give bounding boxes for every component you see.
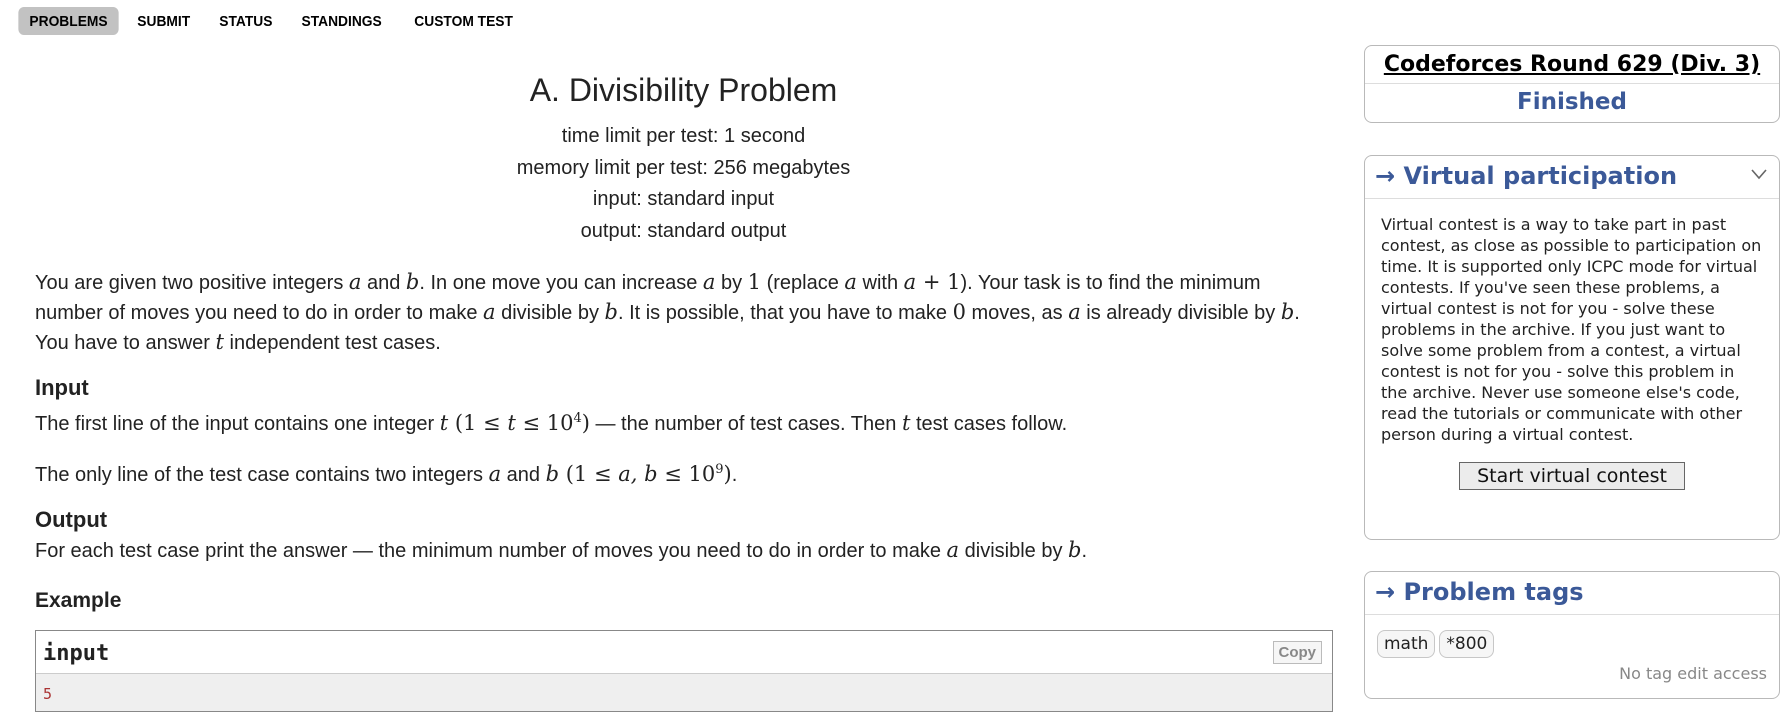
math-expr: ≤ 104) — [515, 411, 590, 435]
virtual-participation-text: Virtual contest is a way to take part in… — [1381, 215, 1762, 444]
math-num: 0 — [952, 300, 966, 324]
problem-limits: time limit per test: 1 second memory lim… — [35, 121, 1332, 247]
nav-submit[interactable]: SUBMIT — [126, 7, 201, 35]
math-var: b — [604, 300, 618, 324]
tag-edit-note: No tag edit access — [1619, 664, 1767, 683]
problem-title: A. Divisibility Problem — [529, 72, 838, 108]
chevron-down-icon[interactable] — [1751, 166, 1767, 182]
legend-text: You are given two positive integers — [35, 272, 349, 294]
legend-text: and — [361, 272, 406, 294]
math-expr: ≤ 109) — [657, 462, 732, 486]
math-var: a — [483, 300, 496, 324]
input-text: The only line of the test case contains … — [35, 464, 489, 486]
math-expr: a, b — [618, 462, 658, 486]
math-var: t — [439, 411, 449, 435]
top-navigation: PROBLEMS SUBMIT STATUS STANDINGS CUSTOM … — [14, 7, 529, 35]
example-title: Example — [35, 589, 122, 612]
legend-text: . In one move you can increase — [419, 272, 703, 294]
nav-status[interactable]: STATUS — [208, 7, 283, 35]
legend-paragraph: You are given two positive integers a an… — [35, 268, 1332, 358]
legend-text: moves, as — [965, 302, 1069, 324]
tag-list: math *800 — [1365, 615, 1779, 658]
input-text: . — [731, 464, 738, 486]
tag-rating[interactable]: *800 — [1439, 630, 1495, 658]
math-expr: + 1 — [916, 270, 961, 294]
output-section-title: Output — [35, 507, 108, 532]
problem-tags-box: → Problem tags math *800 No tag edit acc… — [1364, 571, 1780, 699]
example-input-body: 5 — [36, 674, 1332, 711]
math-expr: (1 ≤ — [559, 462, 619, 486]
legend-text: with — [856, 272, 904, 294]
math-expr: a — [903, 270, 917, 294]
memory-limit: memory limit per test: 256 megabytes — [516, 156, 851, 179]
virtual-participation-box: → Virtual participation Virtual contest … — [1364, 155, 1780, 540]
problem-statement: A. Divisibility Problem time limit per t… — [35, 60, 1332, 616]
output-text-part: . — [1081, 540, 1088, 562]
math-var: a — [488, 462, 502, 486]
math-var: a — [1068, 300, 1081, 324]
math-var: b — [1280, 300, 1295, 324]
input-section-title: Input — [35, 375, 89, 400]
math-var: b — [545, 462, 560, 486]
tag-math[interactable]: math — [1377, 630, 1436, 658]
math-var: a — [348, 270, 362, 294]
input-text-1: The first line of the input contains one… — [35, 404, 1332, 439]
input-text: The first line of the input contains one… — [35, 413, 440, 435]
contest-state: Finished — [1517, 89, 1627, 115]
output-text-part: For each test case print the answer — th… — [35, 540, 947, 562]
contest-name-link[interactable]: Codeforces Round 629 (Div. 3) — [1365, 52, 1779, 77]
example-input-header: input Copy — [36, 631, 1332, 674]
legend-text: . It is possible, that you have to make — [617, 302, 953, 324]
legend-text: by — [715, 272, 748, 294]
start-virtual-contest-button[interactable]: Start virtual contest — [1459, 462, 1685, 490]
contest-info-box: Codeforces Round 629 (Div. 3) Finished — [1364, 45, 1780, 123]
math-num: 1 — [747, 270, 762, 294]
input-text: — the number of test cases. Then — [589, 413, 902, 435]
input-file: input: standard input — [592, 188, 775, 210]
virtual-participation-title: → Virtual participation — [1375, 162, 1678, 190]
nav-custom-test[interactable]: CUSTOM TEST — [403, 7, 524, 35]
time-limit: time limit per test: 1 second — [561, 125, 806, 147]
legend-text: (replace — [761, 272, 845, 294]
input-text-2: The only line of the test case contains … — [35, 455, 1332, 490]
math-var: t — [215, 330, 224, 354]
virtual-participation-header[interactable]: → Virtual participation — [1365, 156, 1779, 199]
legend-text: independent test cases. — [223, 332, 441, 354]
nav-standings[interactable]: STANDINGS — [291, 7, 393, 35]
divider — [1365, 83, 1779, 84]
legend-text: is already divisible by — [1080, 302, 1281, 324]
nav-problems[interactable]: PROBLEMS — [18, 7, 119, 35]
math-expr: (1 ≤ — [448, 411, 508, 435]
output-text-part: divisible by — [959, 540, 1069, 562]
math-var: a — [946, 538, 960, 562]
input-text: and — [501, 464, 546, 486]
output-file: output: standard output — [580, 219, 787, 242]
example-input-title: input — [43, 641, 110, 666]
output-text: For each test case print the answer — th… — [35, 536, 1332, 566]
math-var: a — [702, 270, 716, 294]
copy-button[interactable]: Copy — [1272, 641, 1322, 664]
math-var: b — [405, 270, 420, 294]
math-var: a — [844, 270, 857, 294]
input-text: test cases follow. — [910, 413, 1068, 435]
example-block: input Copy 5 — [35, 630, 1333, 712]
legend-text: divisible by — [495, 302, 605, 324]
problem-tags-title: → Problem tags — [1365, 572, 1779, 615]
math-var: t — [507, 411, 516, 435]
math-var: b — [1068, 538, 1082, 562]
